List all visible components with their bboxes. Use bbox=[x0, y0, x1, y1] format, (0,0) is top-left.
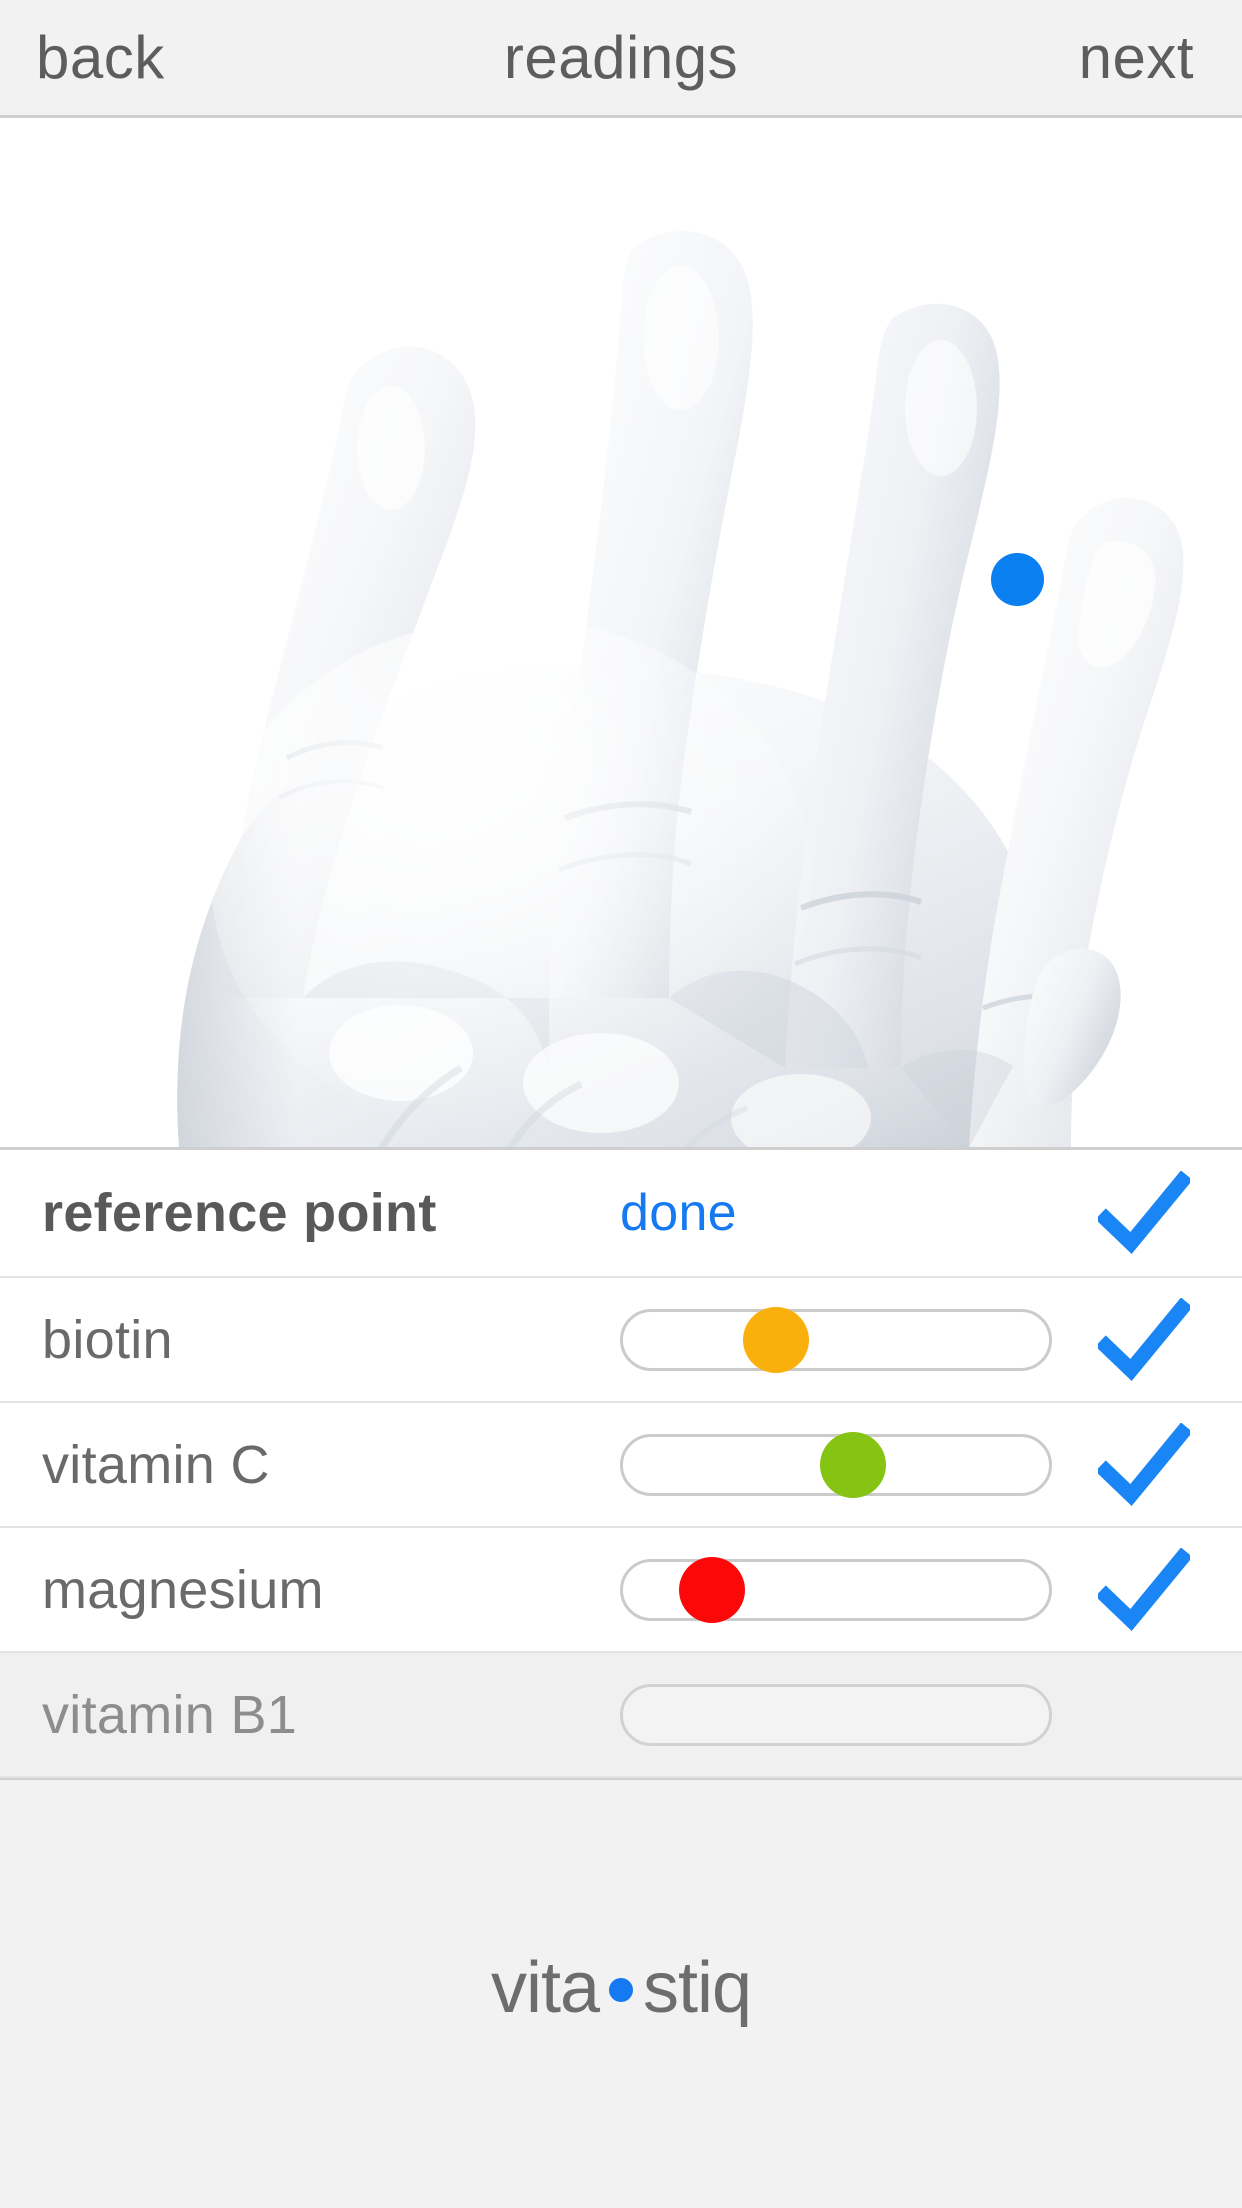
reading-row-vitamin-c[interactable]: vitamin C bbox=[0, 1403, 1242, 1528]
reading-control-area bbox=[620, 1653, 1052, 1776]
reading-control-area bbox=[620, 1528, 1052, 1651]
slider-thumb[interactable] bbox=[820, 1431, 887, 1498]
hand-diagram-panel[interactable] bbox=[0, 118, 1242, 1150]
biotin-slider[interactable] bbox=[620, 1306, 1052, 1373]
reading-row-vitamin-b1[interactable]: vitamin B1 bbox=[0, 1653, 1242, 1778]
logo-dot-icon bbox=[609, 1978, 633, 2002]
measurement-point-marker[interactable] bbox=[991, 553, 1044, 606]
top-navigation-bar: back readings next bbox=[0, 0, 1242, 118]
reading-row-reference-point[interactable]: reference point done bbox=[0, 1150, 1242, 1278]
slider-thumb[interactable] bbox=[743, 1306, 810, 1373]
readings-list: reference point done biotin vitamin C ma… bbox=[0, 1150, 1242, 1778]
next-button[interactable]: next bbox=[1079, 27, 1194, 88]
logo-text-first: vita bbox=[490, 1948, 600, 2028]
checkmark-icon bbox=[1098, 1547, 1190, 1631]
app-screen: back readings next reference point done … bbox=[0, 0, 1242, 2208]
reading-label: biotin bbox=[42, 1309, 173, 1370]
reading-label: vitamin C bbox=[42, 1434, 270, 1495]
vitamin-c-slider[interactable] bbox=[620, 1431, 1052, 1498]
reading-label: magnesium bbox=[42, 1559, 324, 1620]
reading-control-area bbox=[620, 1278, 1052, 1401]
footer-bar: vita stiq bbox=[0, 1778, 1242, 2208]
checkmark-icon bbox=[1098, 1171, 1190, 1255]
reading-row-magnesium[interactable]: magnesium bbox=[0, 1528, 1242, 1653]
page-title: readings bbox=[503, 23, 739, 91]
reading-control-area: done bbox=[620, 1150, 1052, 1276]
hand-illustration bbox=[177, 231, 1184, 1147]
vitastiq-logo: vita stiq bbox=[490, 1948, 752, 2028]
vitamin-b1-slider[interactable] bbox=[620, 1683, 1052, 1746]
magnesium-slider[interactable] bbox=[620, 1556, 1052, 1623]
slider-thumb[interactable] bbox=[679, 1556, 746, 1623]
logo-text-second: stiq bbox=[643, 1948, 752, 2028]
checkmark-icon bbox=[1098, 1297, 1190, 1381]
reading-row-biotin[interactable]: biotin bbox=[0, 1278, 1242, 1403]
reading-control-area bbox=[620, 1403, 1052, 1526]
reading-label: vitamin B1 bbox=[42, 1684, 298, 1745]
reading-label: reference point bbox=[42, 1183, 437, 1243]
checkmark-icon bbox=[1098, 1422, 1190, 1506]
done-button[interactable]: done bbox=[620, 1187, 737, 1239]
